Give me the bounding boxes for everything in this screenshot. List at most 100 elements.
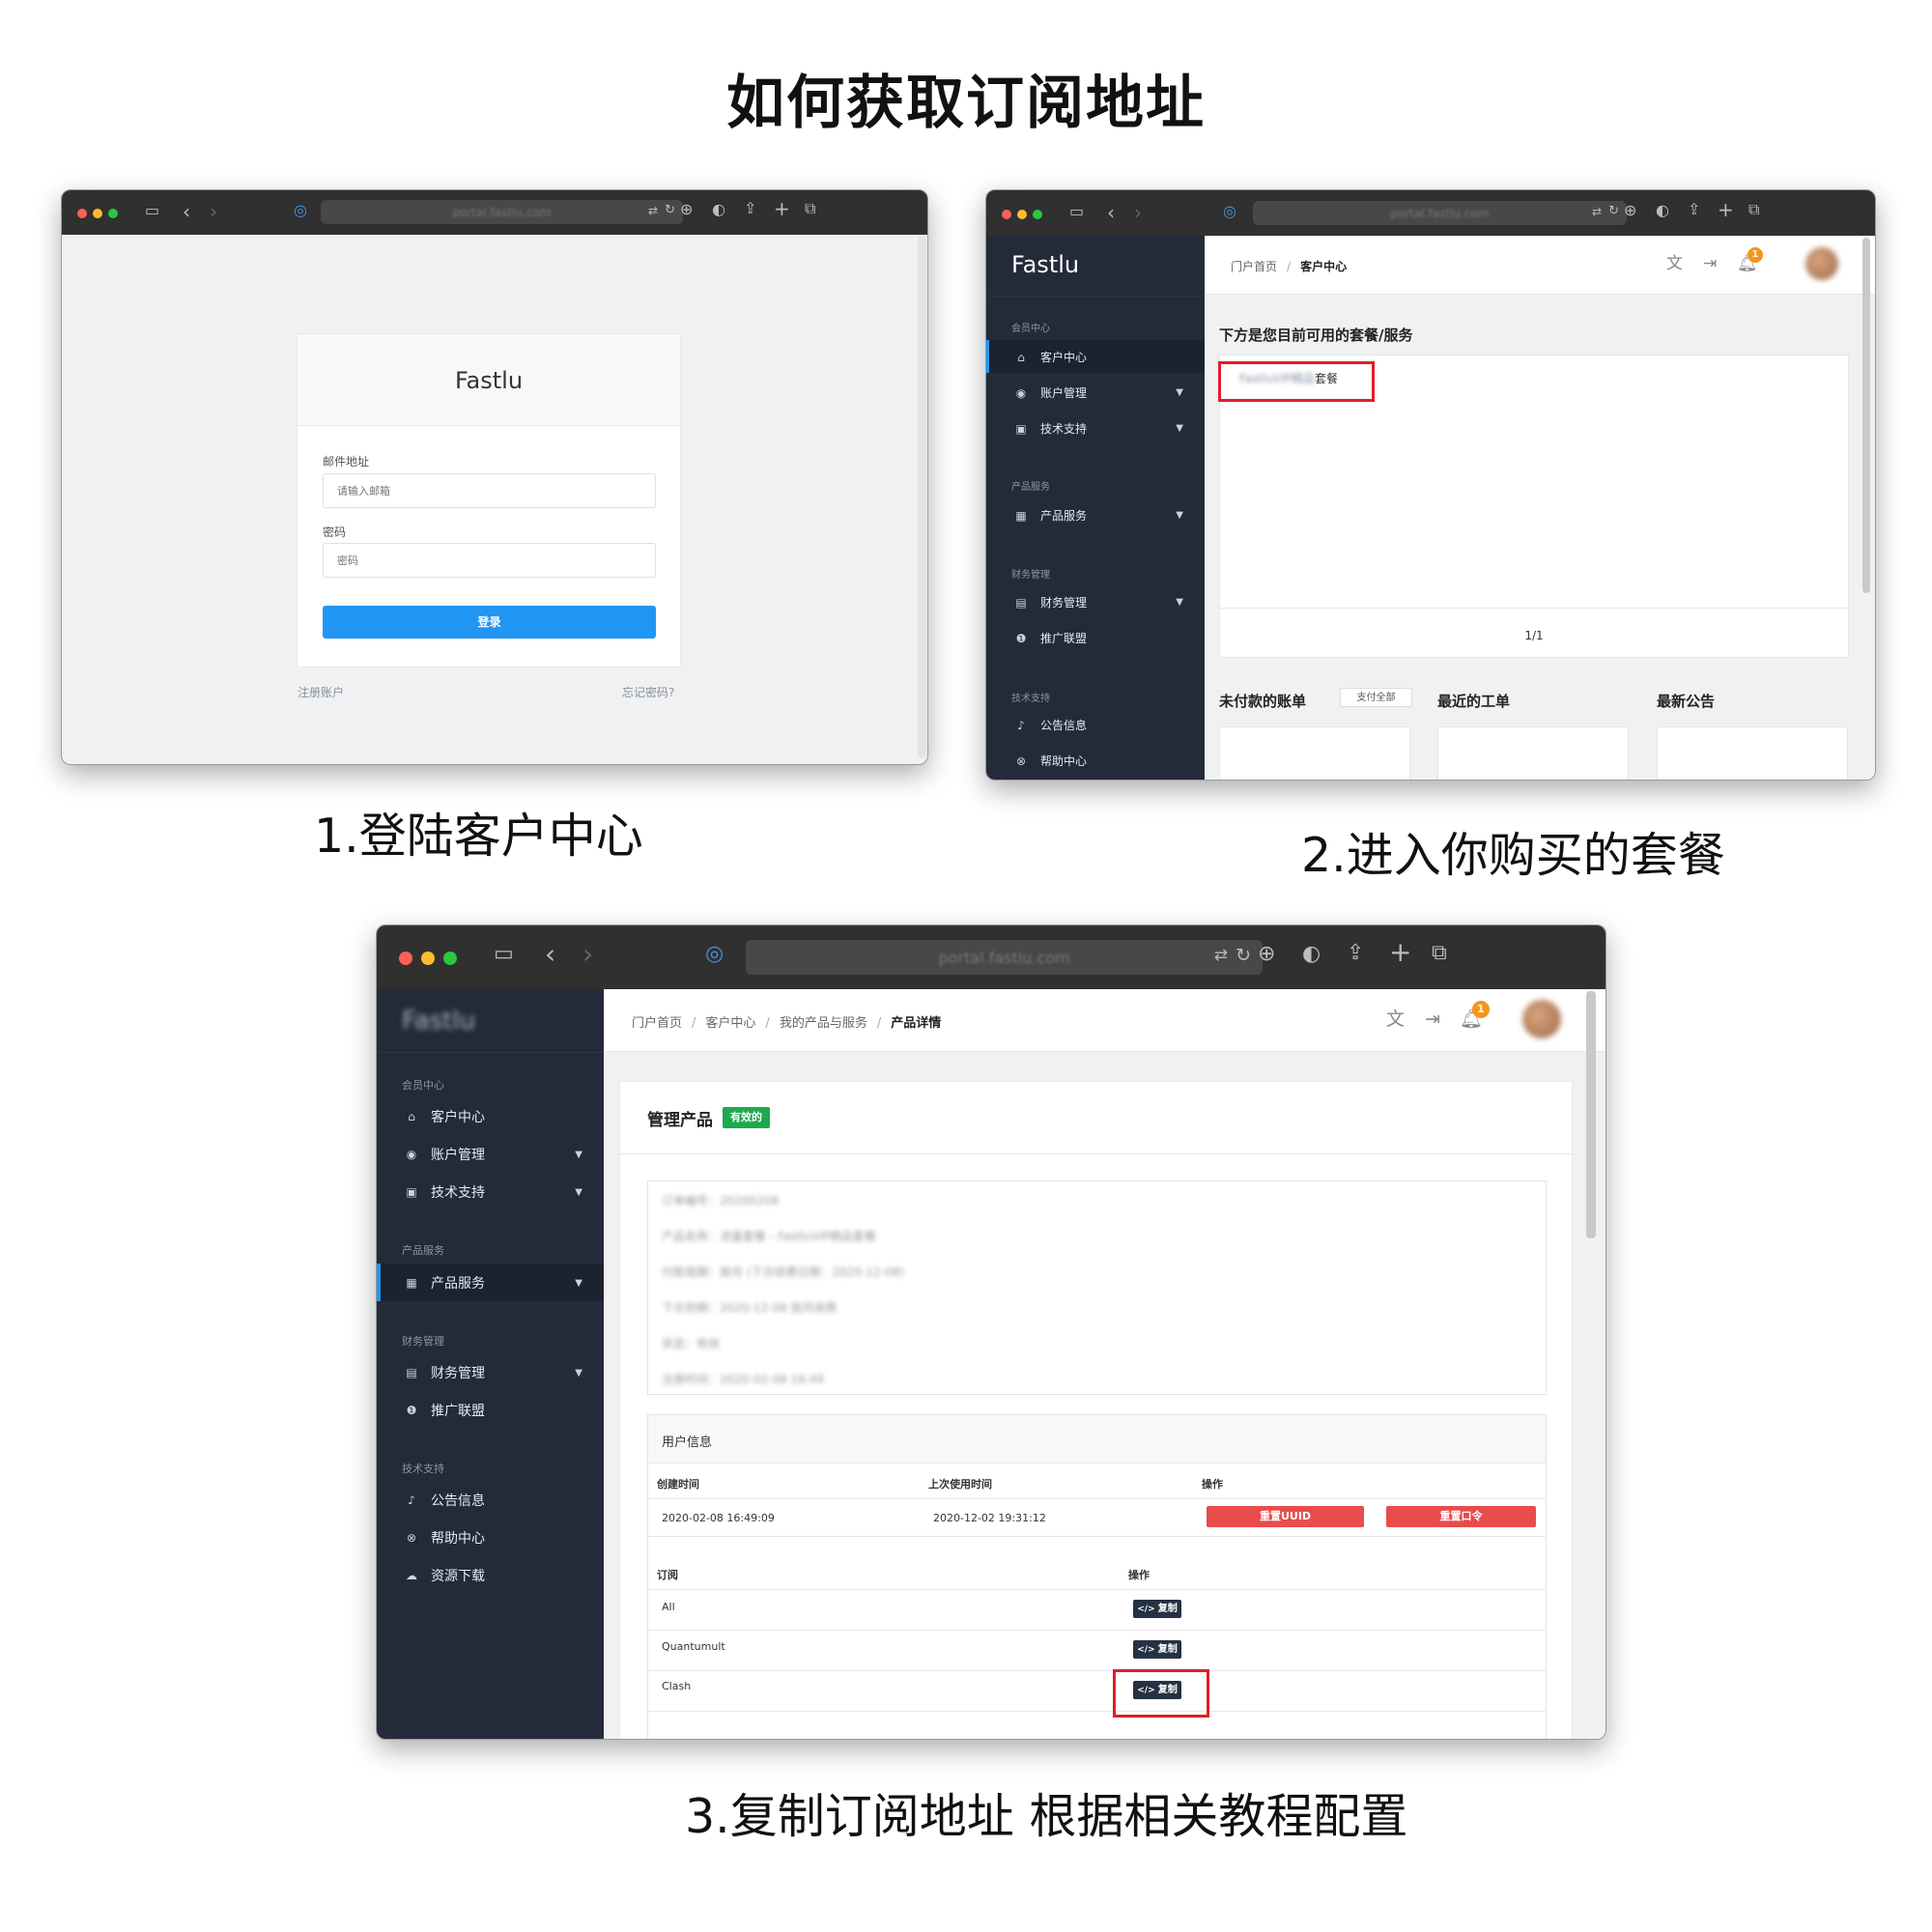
- scrollbar[interactable]: [1862, 238, 1870, 593]
- back-icon[interactable]: ‹: [545, 941, 555, 968]
- scrollbar[interactable]: [918, 237, 926, 758]
- sidebar-item-affiliate[interactable]: ❶ 推广联盟: [1011, 630, 1183, 646]
- language-icon[interactable]: 文: [1386, 1010, 1405, 1029]
- user-info-title: 用户信息: [662, 1435, 713, 1450]
- share-icon[interactable]: ⇪: [1347, 943, 1364, 964]
- sidebar-item-products[interactable]: ▦ 产品服务 ▼: [402, 1273, 582, 1293]
- shield-icon[interactable]: ◎: [294, 203, 307, 218]
- close-dot[interactable]: [1002, 210, 1011, 219]
- new-tab-icon[interactable]: +: [1718, 200, 1734, 219]
- forward-icon[interactable]: ›: [1134, 203, 1142, 222]
- home-icon: ⌂: [408, 1110, 415, 1123]
- top-header: 门户首页 / 客户中心 / 我的产品与服务 / 产品详情 文 ⇥ 🔔︎ 1: [604, 989, 1605, 1052]
- back-icon[interactable]: ‹: [1107, 203, 1115, 222]
- sidebar-item-client-center[interactable]: ⌂ 客户中心: [1011, 349, 1183, 365]
- reload-icon[interactable]: ↻: [1236, 945, 1251, 966]
- share-icon[interactable]: ⇪: [1688, 202, 1700, 217]
- email-field[interactable]: [323, 473, 656, 508]
- share-icon[interactable]: ⇪: [744, 201, 756, 216]
- sidebar-item-account[interactable]: ◉ 账户管理 ▼: [402, 1145, 582, 1164]
- sidebar-toggle-icon[interactable]: ▭: [494, 944, 514, 965]
- sidebar-item-finance[interactable]: ▤ 财务管理 ▼: [1011, 594, 1183, 611]
- minimize-dot[interactable]: [93, 209, 102, 218]
- tabs-icon[interactable]: ⧉: [1432, 943, 1447, 964]
- sidebar-item-label: 技术支持: [1040, 422, 1088, 436]
- tabs-icon[interactable]: ⧉: [1748, 202, 1759, 217]
- breadcrumb-home[interactable]: 门户首页: [632, 1016, 682, 1031]
- reload-icon[interactable]: ↻: [665, 203, 675, 217]
- avatar[interactable]: [1522, 1000, 1561, 1038]
- sidebar-item-label: 推广联盟: [431, 1404, 485, 1419]
- status-badge: 有效的: [723, 1107, 770, 1128]
- sidebar-item-help[interactable]: ⊗ 帮助中心: [1011, 753, 1183, 769]
- new-tab-icon[interactable]: +: [774, 199, 790, 218]
- avatar[interactable]: [1805, 247, 1838, 280]
- minimize-dot[interactable]: [421, 952, 435, 965]
- shield-icon[interactable]: ◎: [705, 944, 724, 965]
- top-header: 门户首页 / 客户中心 文 ⇥ 🔔︎ 1: [1205, 236, 1875, 295]
- translate-icon[interactable]: ⇄: [1214, 946, 1228, 965]
- sidebar-item-tech-support[interactable]: ▣ 技术支持 ▼: [1011, 420, 1183, 437]
- address-bar[interactable]: portal.fastlu.com ⇄ ↻: [1253, 201, 1627, 225]
- breadcrumb-client-center[interactable]: 客户中心: [705, 1016, 755, 1031]
- sidebar-item-announcements[interactable]: ♪ 公告信息: [402, 1491, 582, 1510]
- forward-icon[interactable]: ›: [582, 941, 593, 968]
- reload-icon[interactable]: ↻: [1608, 204, 1619, 218]
- logout-icon[interactable]: ⇥: [1703, 256, 1717, 272]
- zoom-dot[interactable]: [108, 209, 118, 218]
- reset-password-button[interactable]: 重置口令: [1386, 1506, 1536, 1527]
- back-icon[interactable]: ‹: [183, 202, 190, 221]
- browser-window-dashboard: ▭ ‹ › ◎ portal.fastlu.com ⇄ ↻ ⊕ ◐ ⇪ + ⧉ …: [985, 189, 1876, 781]
- product-details-box: 订单编号：20200208 产品名称：流量套餐 - FastluVIP精品套餐 …: [647, 1180, 1547, 1395]
- email-label: 邮件地址: [323, 455, 370, 469]
- close-dot[interactable]: [399, 952, 412, 965]
- shield-icon[interactable]: ◎: [1223, 204, 1236, 219]
- url-text: portal.fastlu.com: [452, 206, 552, 219]
- sidebar-toggle-icon[interactable]: ▭: [1069, 204, 1084, 219]
- forward-icon[interactable]: ›: [210, 202, 217, 221]
- copy-button-quantumult[interactable]: </> 复制: [1133, 1640, 1181, 1659]
- sidebar-item-client-center[interactable]: ⌂ 客户中心: [402, 1107, 582, 1126]
- reset-uuid-button[interactable]: 重置UUID: [1207, 1506, 1364, 1527]
- copy-button-all[interactable]: </> 复制: [1133, 1600, 1181, 1618]
- bell-icon: ♪: [1017, 718, 1025, 732]
- sidebar-item-account[interactable]: ◉ 账户管理 ▼: [1011, 384, 1183, 401]
- sidebar-item-affiliate[interactable]: ❶ 推广联盟: [402, 1401, 582, 1420]
- privacy-icon[interactable]: ◐: [1302, 944, 1321, 965]
- breadcrumb-home[interactable]: 门户首页: [1231, 260, 1277, 273]
- sidebar-item-label: 财务管理: [431, 1366, 485, 1381]
- breadcrumb-my-products[interactable]: 我的产品与服务: [780, 1016, 867, 1031]
- logout-icon[interactable]: ⇥: [1425, 1010, 1440, 1029]
- sidebar-item-finance[interactable]: ▤ 财务管理 ▼: [402, 1363, 582, 1382]
- tabs-icon[interactable]: ⧉: [805, 201, 815, 216]
- sidebar-item-downloads[interactable]: ☁ 资源下载: [402, 1566, 582, 1585]
- forgot-password-link[interactable]: 忘记密码?: [622, 684, 674, 700]
- password-field[interactable]: [323, 543, 656, 578]
- new-tab-icon[interactable]: +: [1389, 939, 1411, 966]
- privacy-icon[interactable]: ◐: [712, 202, 725, 217]
- download-icon[interactable]: ⊕: [680, 202, 693, 217]
- register-link[interactable]: 注册账户: [298, 684, 344, 700]
- url-text: portal.fastlu.com: [938, 949, 1070, 967]
- minimize-dot[interactable]: [1017, 210, 1027, 219]
- translate-icon[interactable]: ⇄: [648, 204, 658, 217]
- privacy-icon[interactable]: ◐: [1656, 203, 1669, 218]
- sidebar-item-help[interactable]: ⊗ 帮助中心: [402, 1528, 582, 1548]
- sidebar-item-tech-support[interactable]: ▣ 技术支持 ▼: [402, 1182, 582, 1202]
- sidebar-item-products[interactable]: ▦ 产品服务 ▼: [1011, 507, 1183, 524]
- sidebar-toggle-icon[interactable]: ▭: [145, 203, 159, 218]
- address-bar[interactable]: portal.fastlu.com ⇄ ↻: [321, 200, 683, 224]
- close-dot[interactable]: [77, 209, 87, 218]
- pay-all-button[interactable]: 支付全部: [1340, 688, 1412, 707]
- language-icon[interactable]: 文: [1666, 256, 1683, 272]
- translate-icon[interactable]: ⇄: [1592, 205, 1602, 218]
- zoom-dot[interactable]: [443, 952, 457, 965]
- zoom-dot[interactable]: [1033, 210, 1042, 219]
- login-button[interactable]: 登录: [323, 606, 656, 639]
- download-icon[interactable]: ⊕: [1258, 944, 1275, 965]
- column-action: 操作: [1202, 1478, 1223, 1491]
- sidebar-item-announcements[interactable]: ♪ 公告信息: [1011, 717, 1183, 733]
- scrollbar[interactable]: [1586, 991, 1596, 1238]
- download-icon[interactable]: ⊕: [1624, 203, 1636, 218]
- address-bar[interactable]: portal.fastlu.com ⇄ ↻: [746, 940, 1263, 975]
